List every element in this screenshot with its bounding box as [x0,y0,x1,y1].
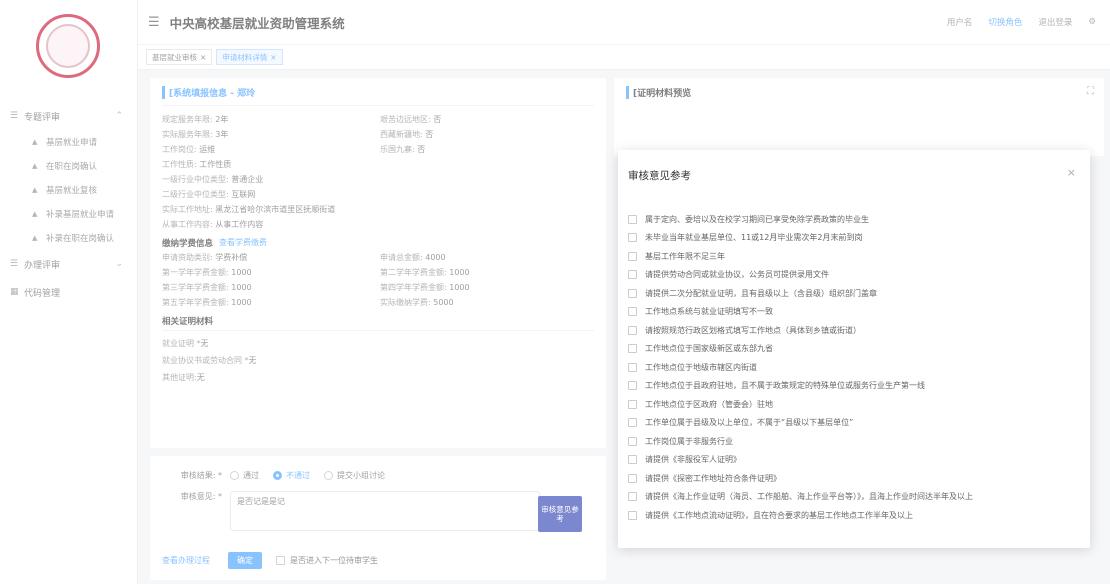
opinion-option[interactable]: 工作地点位于国家级新区或东部九省 [628,340,973,359]
option-label: 请提供《非服役军人证明》 [645,455,741,465]
option-label: 工作岗位属于非服务行业 [645,436,733,446]
option-label: 工作地点位于区政府（管委会）驻地 [645,399,773,409]
option-label: 未毕业当年就业基层单位、11或12月毕业需次年2月末前到岗 [645,233,863,243]
opinion-option[interactable]: 工作地点位于县政府驻地，且不属于政策规定的特殊单位或服务行业生产第一线 [628,377,973,396]
opinion-option[interactable]: 请提供《探密工作地址符合条件证明》 [628,469,973,488]
option-checkbox[interactable] [628,214,637,224]
opinion-option[interactable]: 请按照规范行政区划格式填写工作地点（具体到乡镇或街道） [628,321,973,340]
option-label: 工作地点位于国家级新区或东部九省 [645,344,773,354]
option-checkbox[interactable] [628,492,637,502]
option-label: 请按照规范行政区划格式填写工作地点（具体到乡镇或街道） [645,325,861,335]
option-checkbox[interactable] [628,418,637,428]
option-label: 请提供劳动合同或就业协议，公务员可提供录用文件 [645,270,829,280]
option-checkbox[interactable] [628,344,637,354]
option-label: 工作地点位于县政府驻地，且不属于政策规定的特殊单位或服务行业生产第一线 [645,381,925,391]
option-checkbox[interactable] [628,455,637,465]
option-checkbox[interactable] [628,381,637,391]
option-label: 工作地点系统与就业证明填写不一致 [645,307,773,317]
option-checkbox[interactable] [628,436,637,446]
option-label: 请提供《探密工作地址符合条件证明》 [645,473,781,483]
option-label: 属于定向、委培以及在校学习期间已享受免除学费政策的毕业生 [645,214,869,224]
opinion-option[interactable]: 工作地点位于地级市辖区内街道 [628,358,973,377]
option-label: 基层工作年限不足三年 [645,251,725,261]
option-checkbox[interactable] [628,270,637,280]
option-label: 请提供《工作地点流动证明》，且在符合要求的基层工作地点工作半年及以上 [645,510,913,520]
opinion-option[interactable]: 工作地点位于区政府（管委会）驻地 [628,395,973,414]
opinion-option[interactable]: 请提供《非服役军人证明》 [628,451,973,470]
option-label: 工作地点位于地级市辖区内街道 [645,362,757,372]
option-label: 请提供《海上作业证明（海员、工作船舶、海上作业平台等）》，且海上作业时间达半年及… [645,492,973,502]
modal-title: 审核意见参考 [628,170,691,182]
close-icon[interactable]: × [1067,166,1076,179]
option-checkbox[interactable] [628,233,637,243]
option-checkbox[interactable] [628,288,637,298]
option-label: 请提供二次分配就业证明，且有县级以上（含县级）组织部门盖章 [645,288,877,298]
opinion-option[interactable]: 未毕业当年就业基层单位、11或12月毕业需次年2月末前到岗 [628,229,973,248]
opinion-option-list: 属于定向、委培以及在校学习期间已享受免除学费政策的毕业生 未毕业当年就业基层单位、… [628,210,973,525]
option-checkbox[interactable] [628,473,637,483]
option-checkbox[interactable] [628,307,637,317]
opinion-option[interactable]: 工作单位属于县级及以上单位，不属于“县级以下基层单位” [628,414,973,433]
option-checkbox[interactable] [628,399,637,409]
option-checkbox[interactable] [628,510,637,520]
option-checkbox[interactable] [628,251,637,261]
opinion-option[interactable]: 基层工作年限不足三年 [628,247,973,266]
opinion-option[interactable]: 请提供二次分配就业证明，且有县级以上（含县级）组织部门盖章 [628,284,973,303]
opinion-option[interactable]: 工作岗位属于非服务行业 [628,432,973,451]
opinion-reference-modal: 审核意见参考 × 属于定向、委培以及在校学习期间已享受免除学费政策的毕业生 未毕业… [618,150,1090,548]
opinion-option[interactable]: 工作地点系统与就业证明填写不一致 [628,303,973,322]
opinion-option[interactable]: 请提供《工作地点流动证明》，且在符合要求的基层工作地点工作半年及以上 [628,506,973,525]
option-label: 工作单位属于县级及以上单位，不属于“县级以下基层单位” [645,418,854,428]
opinion-option[interactable]: 请提供劳动合同或就业协议，公务员可提供录用文件 [628,266,973,285]
option-checkbox[interactable] [628,325,637,335]
option-checkbox[interactable] [628,362,637,372]
opinion-option[interactable]: 属于定向、委培以及在校学习期间已享受免除学费政策的毕业生 [628,210,973,229]
opinion-option[interactable]: 请提供《海上作业证明（海员、工作船舶、海上作业平台等）》，且海上作业时间达半年及… [628,488,973,507]
